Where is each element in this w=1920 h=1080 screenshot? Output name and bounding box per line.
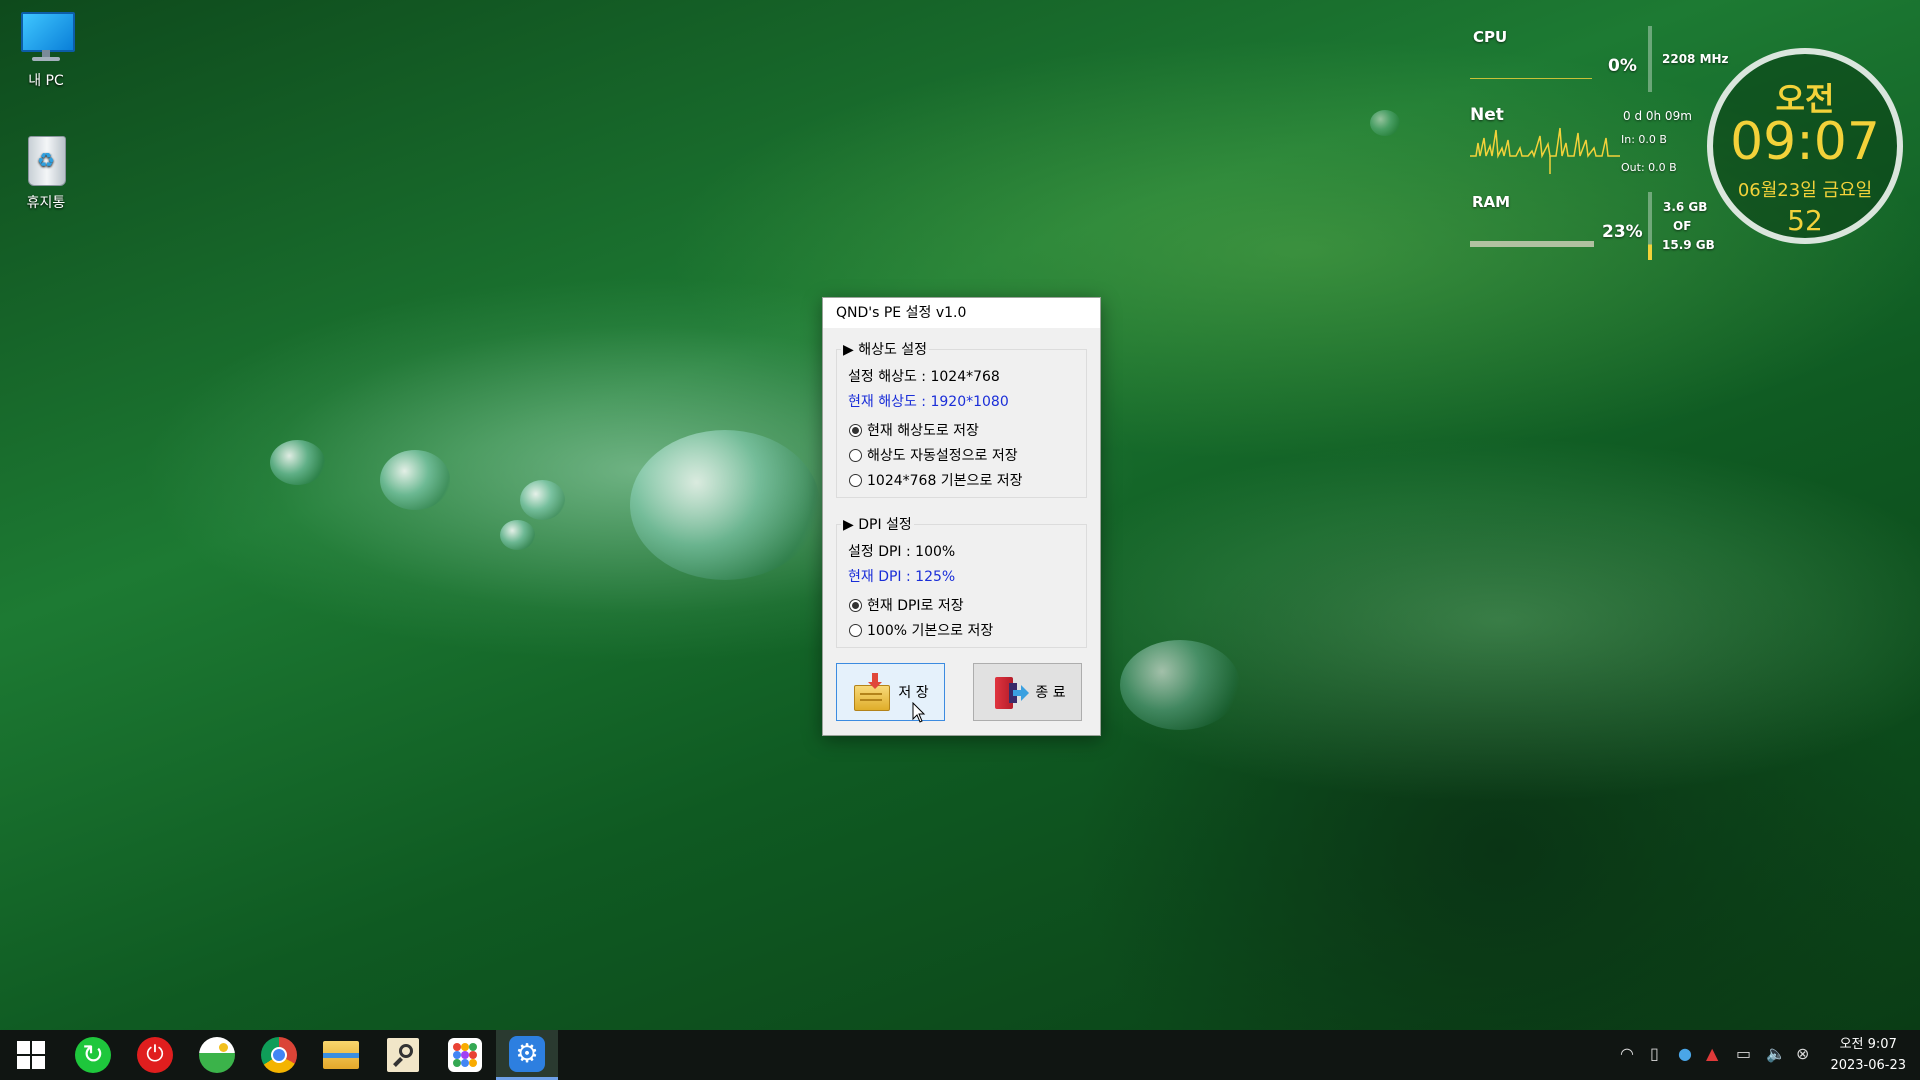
taskbar-time: 오전 9:07 (1839, 1037, 1897, 1052)
taskbar-file-explorer[interactable] (310, 1030, 372, 1080)
ram-level-bar (1648, 192, 1652, 260)
cpu-level-bar (1648, 26, 1652, 92)
desktop-icon-my-pc[interactable]: 내 PC (6, 10, 86, 90)
cpu-graph (1470, 78, 1592, 79)
chrome-icon (261, 1037, 297, 1073)
save-button-label: 저 장 (898, 685, 929, 701)
taskbar-apps[interactable] (434, 1030, 496, 1080)
taskbar-chrome[interactable] (248, 1030, 310, 1080)
taskbar-photos[interactable] (186, 1030, 248, 1080)
mouse-cursor-icon (912, 702, 926, 723)
recycle-bin-icon: ♻ (18, 132, 74, 188)
monitor-icon (18, 10, 75, 66)
radio-save-current-dpi[interactable]: 현재 DPI로 저장 (849, 595, 964, 615)
taskbar-settings[interactable]: ⚙ (496, 1030, 558, 1080)
quit-button-label: 종 료 (1035, 685, 1066, 701)
exit-door-icon (989, 673, 1030, 711)
clock-date: 06월23일 금요일 (1737, 180, 1873, 201)
quit-button[interactable]: 종 료 (973, 663, 1082, 721)
start-icon (17, 1041, 45, 1069)
radio-selected-icon (849, 598, 862, 612)
net-graph (1470, 127, 1620, 174)
resolution-group-title: ▶ 해상도 설정 (841, 339, 930, 359)
net-out: Out: 0.0 B (1621, 161, 1677, 174)
ram-label: RAM (1472, 193, 1511, 211)
ram-of: OF (1673, 219, 1692, 233)
usb-icon[interactable]: ▯ (1650, 1044, 1659, 1063)
settings-icon: ⚙ (509, 1035, 545, 1072)
radio-unselected-icon (849, 448, 862, 462)
set-resolution-label: 설정 해상도 : 1024*768 (848, 369, 1000, 385)
save-button[interactable]: 저 장 (836, 663, 945, 721)
network-icon[interactable]: ◠ (1620, 1044, 1634, 1063)
clock-seconds: 52 (1787, 204, 1823, 237)
ram-used: 3.6 GB (1663, 200, 1708, 214)
radio-save-default-resolution[interactable]: 1024*768 기본으로 저장 (849, 470, 1023, 490)
current-resolution-label: 현재 해상도 : 1920*1080 (848, 394, 1009, 410)
ram-total: 15.9 GB (1662, 238, 1715, 252)
net-in: In: 0.0 B (1621, 133, 1667, 146)
refresh-icon: ↻ (75, 1037, 111, 1073)
drop-icon[interactable]: ● (1678, 1044, 1692, 1063)
dpi-group: ▶ DPI 설정 설정 DPI : 100% 현재 DPI : 125% 현재 … (836, 514, 1087, 648)
radio-unselected-icon (849, 623, 862, 637)
radio-save-default-dpi[interactable]: 100% 기본으로 저장 (849, 620, 993, 640)
apps-grid-icon (448, 1038, 482, 1072)
ram-percent: 23% (1602, 222, 1643, 242)
file-explorer-icon (323, 1041, 359, 1069)
settings-dialog: QND's PE 설정 v1.0 ▶ 해상도 설정 설정 해상도 : 1024*… (822, 297, 1101, 736)
clock-widget: 오전 09:07 06월23일 금요일 52 (1707, 48, 1903, 244)
volume-icon[interactable]: 🔈 (1766, 1044, 1786, 1063)
search-tool-icon (387, 1038, 419, 1072)
radio-selected-icon (849, 423, 862, 437)
net-uptime: 0 d 0h 09m (1623, 109, 1692, 123)
taskbar: ↻ ⏻ ⚙ ◠ ▯ ● ▲ ▭ 🔈 ⊗ 오전 9:07 2023-06-23 (0, 1030, 1920, 1080)
current-dpi-label: 현재 DPI : 125% (848, 569, 956, 585)
folder-save-icon (852, 673, 891, 711)
cpu-frequency: 2208 MHz (1662, 52, 1729, 66)
radio-save-auto-resolution[interactable]: 해상도 자동설정으로 저장 (849, 445, 1018, 465)
radio-unselected-icon (849, 473, 862, 487)
resolution-group: ▶ 해상도 설정 설정 해상도 : 1024*768 현재 해상도 : 1920… (836, 339, 1087, 498)
close-circle-icon[interactable]: ⊗ (1796, 1044, 1809, 1063)
start-button[interactable] (0, 1030, 62, 1080)
tray-app-icon[interactable]: ▲ (1706, 1044, 1718, 1063)
set-dpi-label: 설정 DPI : 100% (848, 544, 956, 560)
taskbar-search-tool[interactable] (372, 1030, 434, 1080)
dialog-title: QND's PE 설정 v1.0 (823, 298, 1100, 328)
power-icon: ⏻ (137, 1037, 173, 1073)
cpu-percent: 0% (1608, 56, 1637, 76)
battery-icon[interactable]: ▭ (1736, 1044, 1751, 1063)
desktop-icon-label: 휴지통 (26, 195, 66, 211)
radio-save-current-resolution[interactable]: 현재 해상도로 저장 (849, 420, 979, 440)
clock-time: 09:07 (1730, 112, 1880, 172)
taskbar-clock[interactable]: 오전 9:07 2023-06-23 (1830, 1034, 1906, 1076)
taskbar-power[interactable]: ⏻ (124, 1030, 186, 1080)
cpu-label: CPU (1473, 28, 1508, 46)
desktop-icon-label: 내 PC (28, 73, 64, 89)
dpi-group-title: ▶ DPI 설정 (841, 514, 914, 534)
ram-graph (1470, 241, 1594, 247)
taskbar-refresh[interactable]: ↻ (62, 1030, 124, 1080)
desktop-icon-recycle-bin[interactable]: ♻ 휴지통 (6, 132, 86, 212)
photos-icon (199, 1037, 235, 1073)
taskbar-date: 2023-06-23 (1830, 1058, 1906, 1073)
